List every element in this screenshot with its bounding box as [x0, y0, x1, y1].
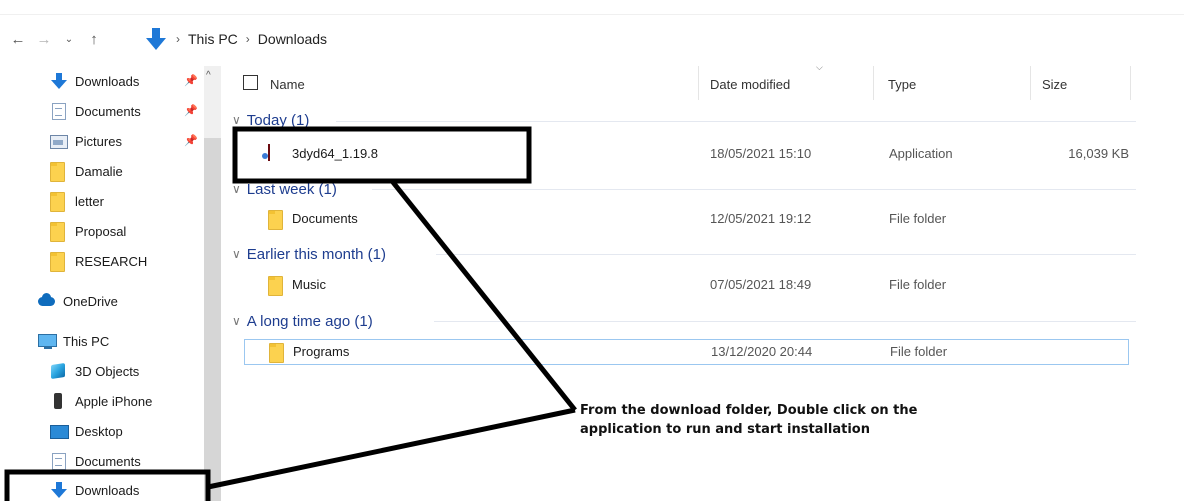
highlight-box-downloads	[4, 469, 211, 501]
annotation-line-2: application to run and start installatio…	[580, 422, 870, 437]
highlight-box-application	[232, 126, 532, 184]
annotation-callout: From the download folder, Double click o…	[580, 401, 1000, 439]
callout-line-application	[390, 179, 577, 412]
annotation-line-1: From the download folder, Double click o…	[580, 403, 918, 418]
callout-line-downloads	[207, 407, 576, 490]
